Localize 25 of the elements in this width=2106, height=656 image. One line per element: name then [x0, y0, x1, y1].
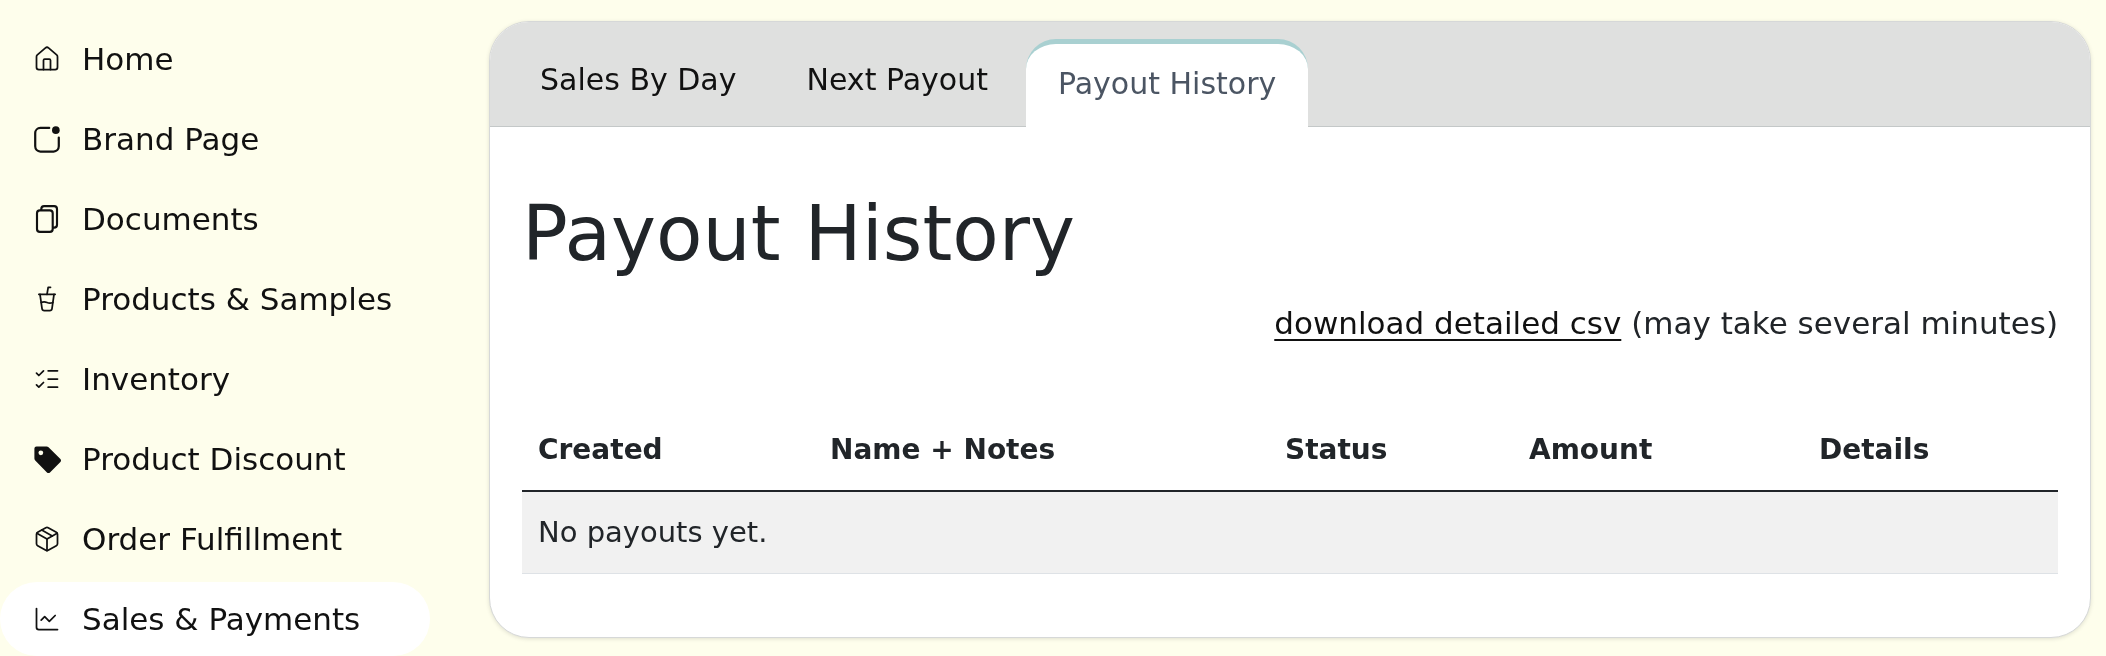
box-icon — [33, 525, 61, 553]
sidebar-item[interactable]: Products & Samples — [0, 262, 430, 336]
home-icon — [33, 45, 61, 73]
download-csv-link[interactable]: download detailed csv — [1274, 305, 1622, 341]
tag-icon — [33, 445, 61, 473]
column-header: Name + Notes — [830, 433, 1056, 466]
sidebar-item[interactable]: Sales & Payments — [0, 582, 430, 656]
sidebar-item[interactable]: Product Discount — [0, 422, 430, 496]
download-time-note: (may take several minutes) — [1631, 305, 2058, 341]
sidebar-item[interactable]: Home — [0, 22, 430, 96]
line-chart-icon — [33, 605, 61, 633]
sidebar-item[interactable]: Documents — [0, 182, 430, 256]
column-header: Created — [538, 433, 663, 466]
sidebar-item[interactable]: Inventory — [0, 342, 430, 416]
column-header: Status — [1285, 433, 1388, 466]
sidebar-item[interactable]: Order Fulfillment — [0, 502, 430, 576]
documents-icon — [33, 205, 61, 233]
sidebar-item[interactable]: Brand Page — [0, 102, 430, 176]
column-header: Details — [1819, 433, 1930, 466]
column-header: Amount — [1529, 433, 1653, 466]
empty-table-message: No payouts yet. — [538, 513, 768, 551]
square-dot-icon — [33, 125, 61, 153]
tab[interactable]: Next Payout — [774, 39, 1020, 126]
tab[interactable]: Payout History — [1025, 39, 1309, 127]
tab[interactable]: Sales By Day — [508, 39, 769, 126]
